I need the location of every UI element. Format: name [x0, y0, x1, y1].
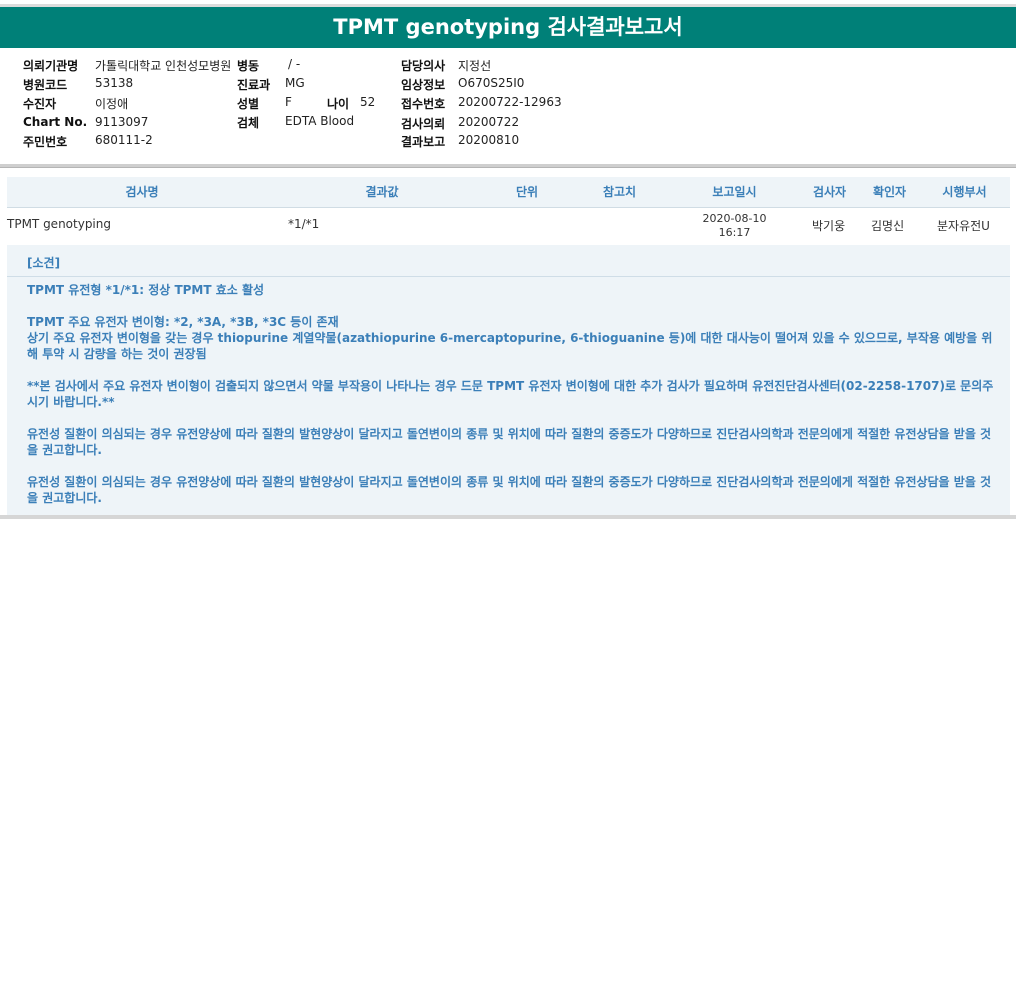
cell-result: *1/*1	[288, 217, 320, 231]
table-row: TPMT genotyping *1/*1 2020-08-10 16:17 박…	[0, 208, 1016, 244]
clinical-label: 임상정보	[401, 78, 446, 92]
dept-value: MG	[285, 76, 305, 90]
header-tester: 검사자	[812, 185, 847, 199]
report-title: TPMT genotyping 검사결과보고서	[0, 7, 1016, 48]
ward-value: / -	[288, 57, 301, 71]
hospital-code-value: 53138	[95, 76, 134, 90]
opinion-paragraph: TPMT 유전형 *1/*1: 정상 TPMT 효소 활성	[27, 283, 265, 297]
specimen-label: 검체	[237, 116, 260, 130]
chart-no-value: 9113097	[95, 115, 149, 129]
header-unit: 단위	[515, 185, 539, 199]
header-result: 결과값	[365, 185, 399, 199]
bottom-divider	[0, 515, 1016, 519]
cell-tester: 박기웅	[812, 219, 846, 233]
ward-label: 병동	[235, 57, 260, 74]
cell-test-name: TPMT genotyping	[7, 217, 111, 231]
opinion-paragraph: **본 검사에서 주요 유전자 변이형이 검출되지 않으면서 약물 부작용이 나…	[27, 379, 994, 409]
opinion-section: [소견] TPMT 유전형 *1/*1: 정상 TPMT 효소 활성 TPMT …	[7, 245, 1010, 515]
doctor-value: 지정선	[458, 59, 492, 73]
cell-report-date: 2020-08-10	[702, 212, 767, 225]
cell-report-time: 16:17	[718, 226, 751, 239]
sex-value: F	[285, 95, 292, 109]
patient-value: 이정애	[95, 97, 129, 111]
receipt-label: 접수번호	[401, 97, 446, 111]
report-date-value: 20200810	[458, 133, 520, 147]
request-label: 검사의뢰	[401, 117, 446, 131]
sex-label: 성별	[237, 97, 260, 111]
doctor-label: 담당의사	[401, 59, 446, 73]
header-test-name: 검사명	[125, 185, 159, 199]
age-label: 나이	[327, 97, 350, 111]
rrn-value: 680111-2	[95, 133, 153, 147]
specimen-value: EDTA Blood	[285, 114, 355, 128]
clinical-value: O670S25I0	[458, 76, 525, 90]
opinion-paragraph: 유전성 질환이 의심되는 경우 유전양상에 따라 질환의 발현양상이 달라지고 …	[27, 427, 992, 457]
chart-no-label: Chart No.	[23, 115, 88, 129]
age-value: 52	[360, 95, 376, 109]
cell-department: 분자유전U	[937, 219, 990, 233]
institution-value: 가톨릭대학교 인천성모병원	[95, 59, 232, 73]
header-confirmer: 확인자	[872, 185, 907, 199]
request-value: 20200722	[458, 115, 520, 129]
result-table-header: 검사명 결과값 단위 참고치 보고일시 검사자 확인자 시행부서	[7, 177, 1010, 208]
header-department: 시행부서	[942, 185, 987, 199]
opinion-title: [소견]	[27, 256, 61, 270]
opinion-paragraph: TPMT 주요 유전자 변이형: *2, *3A, *3B, *3C 등이 존재…	[27, 315, 993, 361]
header-report-datetime: 보고일시	[712, 185, 757, 199]
patient-info-section: 의뢰기관명 가톨릭대학교 인천성모병원 병동 / - 담당의사 지정선 병원코드…	[0, 48, 1016, 166]
section-divider	[0, 164, 1016, 168]
opinion-divider	[7, 276, 1010, 277]
hospital-code-label: 병원코드	[23, 78, 68, 92]
opinion-paragraph: 유전성 질환이 의심되는 경우 유전양상에 따라 질환의 발현양상이 달라지고 …	[27, 475, 992, 505]
dept-label: 진료과	[237, 78, 271, 92]
patient-label: 수진자	[23, 97, 57, 111]
cell-confirmer: 김명신	[871, 219, 905, 233]
header-reference: 참고치	[602, 185, 637, 199]
opinion-body: TPMT 유전형 *1/*1: 정상 TPMT 효소 활성 TPMT 주요 유전…	[27, 282, 997, 522]
report-date-label: 결과보고	[401, 135, 446, 149]
institution-label: 의뢰기관명	[23, 59, 79, 73]
receipt-value: 20200722-12963	[458, 95, 562, 109]
rrn-label: 주민번호	[23, 135, 68, 149]
